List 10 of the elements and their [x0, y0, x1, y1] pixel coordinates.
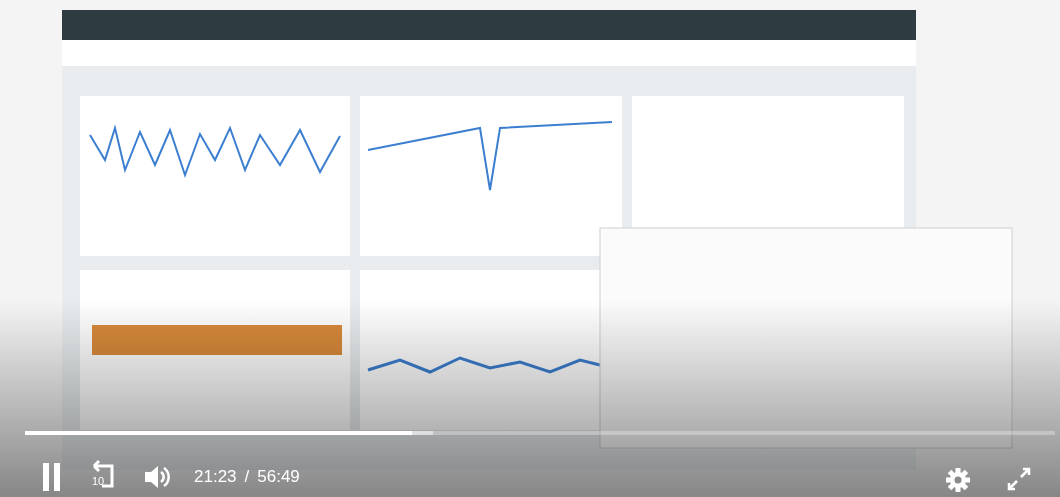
pause-icon	[42, 462, 62, 492]
settings-button[interactable]	[944, 466, 972, 494]
current-time: 21:23	[194, 466, 237, 489]
volume-icon	[143, 464, 171, 490]
rewind-button[interactable]: 10	[86, 460, 120, 494]
fullscreen-icon	[1006, 466, 1032, 492]
time-separator: /	[244, 466, 250, 489]
rewind-seconds: 10	[92, 476, 105, 487]
duration-time: 56:49	[257, 466, 300, 489]
progress-bar[interactable]	[25, 431, 1055, 435]
